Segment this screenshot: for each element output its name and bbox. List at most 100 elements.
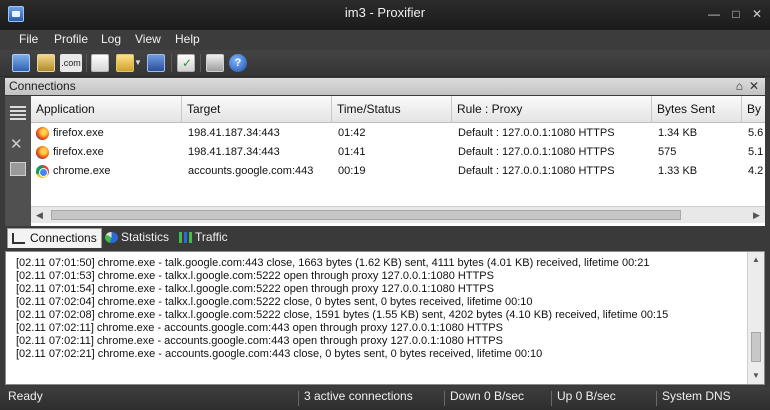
menu-file[interactable]: File xyxy=(19,30,38,50)
bottom-tabs: Connections Statistics Traffic xyxy=(5,227,765,249)
dropdown-icon[interactable]: ▼ xyxy=(134,54,142,72)
log-panel[interactable]: [02.11 07:01:50] chrome.exe - talk.googl… xyxy=(5,251,765,385)
statistics-tab-icon xyxy=(105,232,118,243)
check-icon[interactable]: ✓ xyxy=(177,54,195,72)
panel-close-icon[interactable]: ✕ xyxy=(749,78,759,94)
cell-application: firefox.exe xyxy=(31,143,182,162)
proxy-servers-icon[interactable] xyxy=(12,54,30,72)
cell-time-status: 00:19 xyxy=(338,165,366,177)
menu-bar: File Profile Log View Help xyxy=(0,30,770,50)
column-bytes-sent[interactable]: Bytes Sent xyxy=(652,96,742,123)
scrollbar-thumb[interactable] xyxy=(51,210,681,220)
cell-application-text: chrome.exe xyxy=(53,165,111,177)
open-profile-icon[interactable] xyxy=(116,54,134,72)
menu-help[interactable]: Help xyxy=(175,30,200,50)
connections-tab-icon xyxy=(12,233,25,244)
tab-statistics[interactable]: Statistics xyxy=(103,228,169,248)
firefox-icon xyxy=(36,146,49,159)
menu-log[interactable]: Log xyxy=(101,30,121,50)
title-bar: im3 - Proxifier — □ ✕ xyxy=(0,0,770,30)
connections-side-toolbar: ✕ xyxy=(5,96,31,226)
menu-profile[interactable]: Profile xyxy=(54,30,88,50)
maximize-icon[interactable]: □ xyxy=(729,7,743,21)
table-row[interactable]: firefox.exe 198.41.187.34:443 01:42 Defa… xyxy=(31,124,765,143)
column-time-status[interactable]: Time/Status xyxy=(332,96,452,123)
cell-application-text: firefox.exe xyxy=(53,127,104,139)
column-rule-proxy[interactable]: Rule : Proxy xyxy=(452,96,652,123)
log-line: [02.11 07:02:08] chrome.exe - talkx.l.go… xyxy=(16,309,669,321)
cell-rule-proxy: Default : 127.0.0.1:1080 HTTPS xyxy=(458,165,615,177)
terminate-icon[interactable] xyxy=(10,162,26,176)
cell-application: firefox.exe xyxy=(31,124,182,143)
column-bytes-received[interactable]: By xyxy=(742,96,765,123)
connections-panel-header: Connections ⌂ ✕ xyxy=(5,78,765,95)
scroll-left-icon[interactable]: ◀ xyxy=(31,207,48,223)
table-row[interactable]: firefox.exe 198.41.187.34:443 01:41 Defa… xyxy=(31,143,765,162)
log-line: [02.11 07:01:53] chrome.exe - talkx.l.go… xyxy=(16,270,494,282)
log-line: [02.11 07:02:04] chrome.exe - talkx.l.go… xyxy=(16,296,533,308)
menu-view[interactable]: View xyxy=(135,30,161,50)
save-profile-icon[interactable] xyxy=(147,54,165,72)
table-header: Application Target Time/Status Rule : Pr… xyxy=(31,96,765,123)
status-ready: Ready xyxy=(8,389,43,403)
tab-traffic[interactable]: Traffic xyxy=(177,228,228,248)
status-separator xyxy=(551,391,552,406)
status-active-connections: 3 active connections xyxy=(304,389,413,403)
scroll-right-icon[interactable]: ▶ xyxy=(748,207,765,223)
minimize-icon[interactable]: — xyxy=(707,7,721,21)
help-icon[interactable]: ? xyxy=(229,54,247,72)
status-separator xyxy=(444,391,445,406)
column-application[interactable]: Application xyxy=(31,96,182,123)
cell-application: chrome.exe xyxy=(31,162,182,181)
scroll-up-icon[interactable]: ▲ xyxy=(748,252,764,268)
list-view-icon[interactable] xyxy=(10,106,26,120)
tab-connections[interactable]: Connections xyxy=(7,228,102,248)
cell-time-status: 01:42 xyxy=(338,127,366,139)
cell-bytes-received: 5.6 xyxy=(748,127,764,139)
status-separator xyxy=(298,391,299,406)
log-line: [02.11 07:02:21] chrome.exe - accounts.g… xyxy=(16,348,543,360)
cell-time-status: 01:41 xyxy=(338,146,366,158)
print-icon[interactable] xyxy=(206,54,224,72)
close-connection-icon[interactable]: ✕ xyxy=(10,137,26,152)
status-upload-rate: Up 0 B/sec xyxy=(557,389,616,403)
cell-target: accounts.google.com:443 xyxy=(188,165,314,177)
cell-bytes-received: 4.2 xyxy=(748,165,764,177)
cell-bytes-sent: 575 xyxy=(658,146,677,158)
tab-label: Connections xyxy=(30,231,97,245)
status-separator xyxy=(656,391,657,406)
toolbar-separator xyxy=(171,54,172,72)
panel-title: Connections xyxy=(9,79,76,93)
log-line: [02.11 07:02:11] chrome.exe - accounts.g… xyxy=(16,322,503,334)
table-row[interactable]: chrome.exe accounts.google.com:443 00:19… xyxy=(31,162,765,181)
log-line: [02.11 07:01:50] chrome.exe - talk.googl… xyxy=(16,257,650,269)
status-dns: System DNS xyxy=(662,389,731,403)
cell-target: 198.41.187.34:443 xyxy=(188,146,280,158)
cell-application-text: firefox.exe xyxy=(53,146,104,158)
cell-rule-proxy: Default : 127.0.0.1:1080 HTTPS xyxy=(458,127,615,139)
name-resolution-label: .com xyxy=(61,58,81,68)
cell-bytes-sent: 1.34 KB xyxy=(658,127,698,139)
status-download-rate: Down 0 B/sec xyxy=(450,389,525,403)
rules-icon[interactable] xyxy=(37,54,55,72)
scrollbar-thumb[interactable] xyxy=(751,332,761,362)
scroll-down-icon[interactable]: ▼ xyxy=(748,368,764,384)
window-title: im3 - Proxifier xyxy=(344,5,426,20)
toolbar-separator xyxy=(200,54,201,72)
pin-icon[interactable]: ⌂ xyxy=(736,78,743,94)
column-target[interactable]: Target xyxy=(182,96,332,123)
cell-bytes-sent: 1.33 KB xyxy=(658,165,698,177)
chrome-icon xyxy=(36,165,49,178)
toolbar-separator xyxy=(86,54,87,72)
cell-target: 198.41.187.34:443 xyxy=(188,127,280,139)
tab-label: Statistics xyxy=(121,230,170,244)
name-resolution-icon[interactable]: .com xyxy=(60,54,82,72)
status-bar: Ready 3 active connections Down 0 B/sec … xyxy=(0,387,770,410)
firefox-icon xyxy=(36,127,49,140)
close-icon[interactable]: ✕ xyxy=(750,7,764,21)
vertical-scrollbar[interactable]: ▲ ▼ xyxy=(747,252,764,384)
tab-label: Traffic xyxy=(195,230,228,244)
traffic-tab-icon xyxy=(179,232,192,243)
horizontal-scrollbar[interactable]: ◀ ▶ xyxy=(31,206,765,223)
new-profile-icon[interactable] xyxy=(91,54,109,72)
